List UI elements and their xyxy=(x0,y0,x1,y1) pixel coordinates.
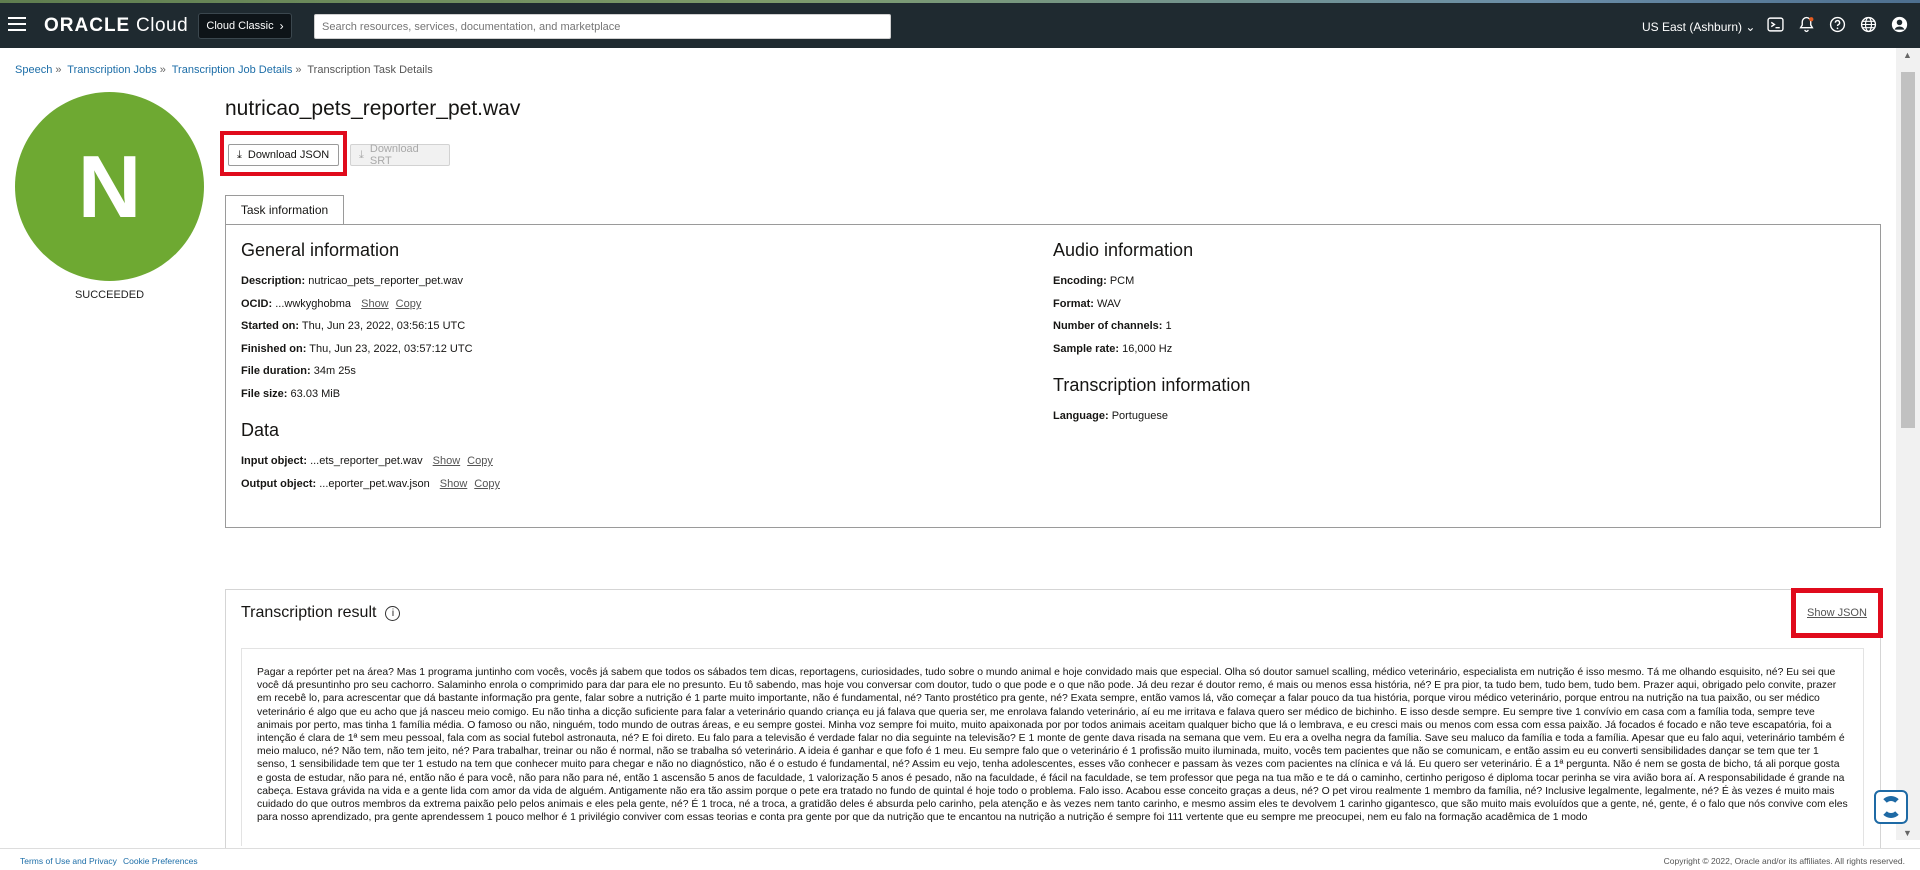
help-icon[interactable] xyxy=(1828,15,1847,34)
status-badge: SUCCEEDED xyxy=(74,289,145,301)
show-json-link[interactable]: Show JSON xyxy=(1807,607,1867,619)
scrollbar-thumb[interactable] xyxy=(1901,72,1915,428)
format-row: Format: WAV xyxy=(1053,298,1121,310)
ocid-row: OCID: ...wwkyghobma Show Copy xyxy=(241,298,422,310)
description-row: Description: nutricao_pets_reporter_pet.… xyxy=(241,275,463,287)
page-scrollbar[interactable]: ▲ ▼ xyxy=(1896,48,1920,840)
transcription-result-title: Transcription result i xyxy=(241,604,401,622)
hamburger-menu-icon[interactable] xyxy=(8,17,26,31)
info-icon[interactable]: i xyxy=(385,605,401,621)
duration-row: File duration: 34m 25s xyxy=(241,365,356,377)
user-profile-icon[interactable] xyxy=(1890,15,1909,34)
copyright-text: Copyright © 2022, Oracle and/or its affi… xyxy=(1663,856,1905,866)
started-row: Started on: Thu, Jun 23, 2022, 03:56:15 … xyxy=(241,320,466,332)
input-show-link[interactable]: Show xyxy=(433,455,461,467)
region-selector[interactable]: US East (Ashburn) ⌄ xyxy=(1642,20,1755,34)
resource-avatar: N xyxy=(15,92,204,281)
scroll-up-icon[interactable]: ▲ xyxy=(1903,50,1912,60)
breadcrumb-transcription-jobs[interactable]: Transcription Jobs xyxy=(67,64,156,76)
page-footer: Terms of Use and Privacy Cookie Preferen… xyxy=(0,848,1920,870)
encoding-row: Encoding: PCM xyxy=(1053,275,1135,287)
top-navigation-bar: ORACLE Cloud Cloud Classic› US East (Ash… xyxy=(0,3,1920,48)
ocid-copy-link[interactable]: Copy xyxy=(396,298,422,310)
download-json-button[interactable]: ⤓ Download JSON xyxy=(228,144,339,166)
cloud-classic-button[interactable]: Cloud Classic › xyxy=(198,13,292,39)
input-copy-link[interactable]: Copy xyxy=(467,455,493,467)
input-object-row: Input object: ...ets_reporter_pet.wav Sh… xyxy=(241,455,493,467)
transcription-information-title: Transcription information xyxy=(1053,375,1251,395)
download-srt-button[interactable]: ⤓ Download SRT xyxy=(350,143,450,167)
general-information-title: General information xyxy=(241,240,400,260)
search-input[interactable] xyxy=(314,14,891,39)
download-icon: ⤓ xyxy=(359,148,364,161)
breadcrumb: Speech» Transcription Jobs» Transcriptio… xyxy=(15,64,433,76)
breadcrumb-speech[interactable]: Speech xyxy=(15,64,52,76)
lifebuoy-help-icon[interactable] xyxy=(1874,790,1908,824)
oracle-cloud-logo[interactable]: ORACLE Cloud xyxy=(44,15,188,37)
breadcrumb-current: Transcription Task Details xyxy=(307,64,433,76)
data-section-title: Data xyxy=(241,420,280,440)
file-size-row: File size: 63.03 MiB xyxy=(241,388,341,400)
output-copy-link[interactable]: Copy xyxy=(474,478,500,490)
finished-row: Finished on: Thu, Jun 23, 2022, 03:57:12… xyxy=(241,343,473,355)
page-title: nutricao_pets_reporter_pet.wav xyxy=(225,97,521,120)
sample-rate-row: Sample rate: 16,000 Hz xyxy=(1053,343,1173,355)
audio-information-title: Audio information xyxy=(1053,240,1194,260)
language-row: Language: Portuguese xyxy=(1053,410,1168,422)
terms-link[interactable]: Terms of Use and Privacy xyxy=(20,856,117,866)
chevron-right-icon: › xyxy=(279,19,284,33)
bell-icon[interactable] xyxy=(1797,15,1816,34)
transcription-text: Pagar a repórter pet na área? Mas 1 prog… xyxy=(241,648,1864,846)
globe-icon[interactable] xyxy=(1859,15,1878,34)
output-show-link[interactable]: Show xyxy=(440,478,468,490)
cloud-shell-icon[interactable] xyxy=(1766,15,1785,34)
cookie-preferences-link[interactable]: Cookie Preferences xyxy=(123,856,198,866)
channels-row: Number of channels: 1 xyxy=(1053,320,1172,332)
download-icon: ⤓ xyxy=(237,148,242,161)
output-object-row: Output object: ...eporter_pet.wav.json S… xyxy=(241,478,500,490)
scroll-down-icon[interactable]: ▼ xyxy=(1903,828,1912,838)
ocid-show-link[interactable]: Show xyxy=(361,298,389,310)
tab-task-information[interactable]: Task information xyxy=(225,195,344,224)
chevron-down-icon: ⌄ xyxy=(1745,20,1756,34)
breadcrumb-transcription-job-details[interactable]: Transcription Job Details xyxy=(172,64,293,76)
